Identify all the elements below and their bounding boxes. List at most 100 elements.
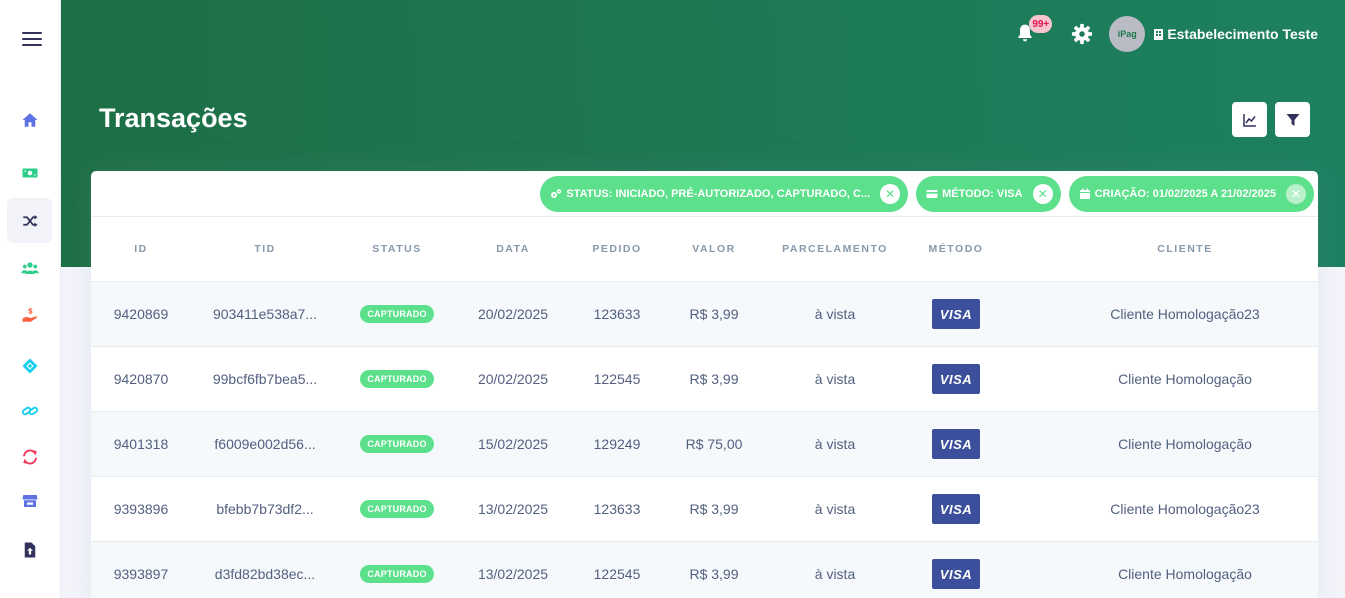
filter-chip-status[interactable]: STATUS: INICIADO, PRÉ-AUTORIZADO, CAPTUR… [540,176,909,212]
column-header-method[interactable]: MÉTODO [905,217,1007,281]
cell-id: 9393896 [91,477,191,541]
sidebar-item-payments[interactable] [7,150,52,195]
cell-installments-text: à vista [814,436,856,452]
chart-line-icon [1242,113,1256,127]
cell-tid: bfebb7b73df2... [191,477,339,541]
cell-status: CAPTURADO [339,412,455,476]
column-header-customer[interactable]: CLIENTE [1007,217,1318,281]
sidebar-item-pix[interactable] [7,343,52,388]
gear-icon [1072,23,1093,45]
visa-logo: VISA [932,559,980,589]
remove-filter-icon[interactable]: ✕ [880,184,901,204]
table-row[interactable]: 9401318 f6009e002d56... CAPTURADO 15/02/202… [91,412,1318,477]
cell-id-text: 9393896 [113,501,169,517]
cell-tid-text: d3fd82bd38ec... [214,566,316,582]
table-row[interactable]: 9420869 903411e538a7... CAPTURADO 20/02/202… [91,282,1318,347]
filter-chip-label: MÉTODO: VISA [942,188,1023,200]
visa-logo: VISA [932,364,980,394]
table-row[interactable]: 9393896 bfebb7b73df2... CAPTURADO 13/02/202… [91,477,1318,542]
cell-date-text: 13/02/2025 [477,566,549,582]
cell-date: 13/02/2025 [455,477,571,541]
transactions-card: STATUS: INICIADO, PRÉ-AUTORIZADO, CAPTUR… [91,171,1318,598]
cell-customer-text: Cliente Homologação [1118,436,1252,452]
cell-order-text: 122545 [593,566,641,582]
cell-order-text: 129249 [593,436,641,452]
column-header-installments[interactable]: PARCELAMENTO [765,217,905,281]
sidebar-item-charges[interactable]: $ [7,292,52,337]
cell-installments: à vista [765,347,905,411]
cell-amount: R$ 3,99 [663,282,765,346]
table-header: ID TID STATUS DATA PEDIDO VALOR PARCELAM… [91,216,1318,282]
cell-installments: à vista [765,477,905,541]
file-upload-icon [24,542,35,557]
menu-toggle-icon[interactable] [22,32,42,46]
cell-amount: R$ 3,99 [663,347,765,411]
cell-tid: d3fd82bd38ec... [191,542,339,598]
notifications-button[interactable]: 99+ [1015,15,1053,45]
cell-tid: 99bcf6fb7bea5... [191,347,339,411]
home-icon [22,112,37,127]
cell-amount-text: R$ 3,99 [689,306,739,322]
shuffle-icon [22,214,37,227]
sidebar-item-establishments[interactable] [7,478,52,523]
cell-method: VISA [905,412,1007,476]
cell-tid: 903411e538a7... [191,282,339,346]
cell-installments-text: à vista [814,566,856,582]
sidebar-item-customers[interactable] [7,245,52,290]
cell-amount: R$ 3,99 [663,477,765,541]
status-badge: CAPTURADO [360,305,434,323]
filter-chip-date[interactable]: CRIAÇÃO: 01/02/2025 A 21/02/2025 ✕ [1068,176,1314,212]
cell-installments-text: à vista [814,371,856,387]
sidebar-item-file-upload[interactable] [7,527,52,572]
cell-id-text: 9420870 [113,371,169,387]
sidebar-item-subscriptions[interactable] [7,434,52,479]
column-header-order[interactable]: PEDIDO [571,217,663,281]
cell-date-text: 20/02/2025 [477,306,549,322]
cell-customer-text: Cliente Homologação23 [1110,501,1260,517]
sync-icon [22,449,37,464]
store-name[interactable]: Estabelecimento Teste [1167,26,1318,42]
notifications-badge: 99+ [1029,15,1053,33]
users-icon [20,261,39,274]
cell-id: 9401318 [91,412,191,476]
cell-order: 122545 [571,542,663,598]
cell-tid-text: bfebb7b73df2... [216,501,314,517]
cell-tid-text: 903411e538a7... [212,306,318,322]
cell-tid-text: 99bcf6fb7bea5... [212,371,318,387]
filter-chip-method[interactable]: MÉTODO: VISA ✕ [916,176,1061,212]
chart-view-button[interactable] [1232,102,1267,137]
settings-button[interactable] [1071,23,1093,45]
cell-method: VISA [905,347,1007,411]
link-icon [21,406,38,415]
sidebar-item-home[interactable] [7,97,52,142]
cell-status: CAPTURADO [339,282,455,346]
column-header-id[interactable]: ID [91,217,191,281]
column-header-tid[interactable]: TID [191,217,339,281]
money-bill-icon [22,168,37,177]
column-header-status[interactable]: STATUS [339,217,455,281]
table-row[interactable]: 9420870 99bcf6fb7bea5... CAPTURADO 20/02/20… [91,347,1318,412]
cell-amount-text: R$ 75,00 [685,436,743,452]
avatar[interactable]: iPag [1109,16,1146,52]
gears-icon [551,189,562,198]
column-header-date[interactable]: DATA [455,217,571,281]
remove-filter-icon[interactable]: ✕ [1286,184,1306,204]
sidebar-item-transactions[interactable] [7,198,52,243]
cell-installments: à vista [765,412,905,476]
filter-button[interactable] [1275,102,1310,137]
cell-installments-text: à vista [814,306,856,322]
status-badge: CAPTURADO [360,435,434,453]
cell-customer-text: Cliente Homologação [1118,566,1252,582]
sidebar-item-payment-links[interactable] [7,388,52,433]
cell-date: 13/02/2025 [455,542,571,598]
remove-filter-icon[interactable]: ✕ [1032,184,1053,204]
cell-order-text: 123633 [593,306,641,322]
cell-id-text: 9393897 [113,566,169,582]
column-header-amount[interactable]: VALOR [663,217,765,281]
table-row[interactable]: 9393897 d3fd82bd38ec... CAPTURADO 13/02/202… [91,542,1318,598]
cell-date: 20/02/2025 [455,282,571,346]
sidebar: $ [0,0,61,598]
cell-date-text: 20/02/2025 [477,371,549,387]
cell-date: 15/02/2025 [455,412,571,476]
cell-order: 129249 [571,412,663,476]
